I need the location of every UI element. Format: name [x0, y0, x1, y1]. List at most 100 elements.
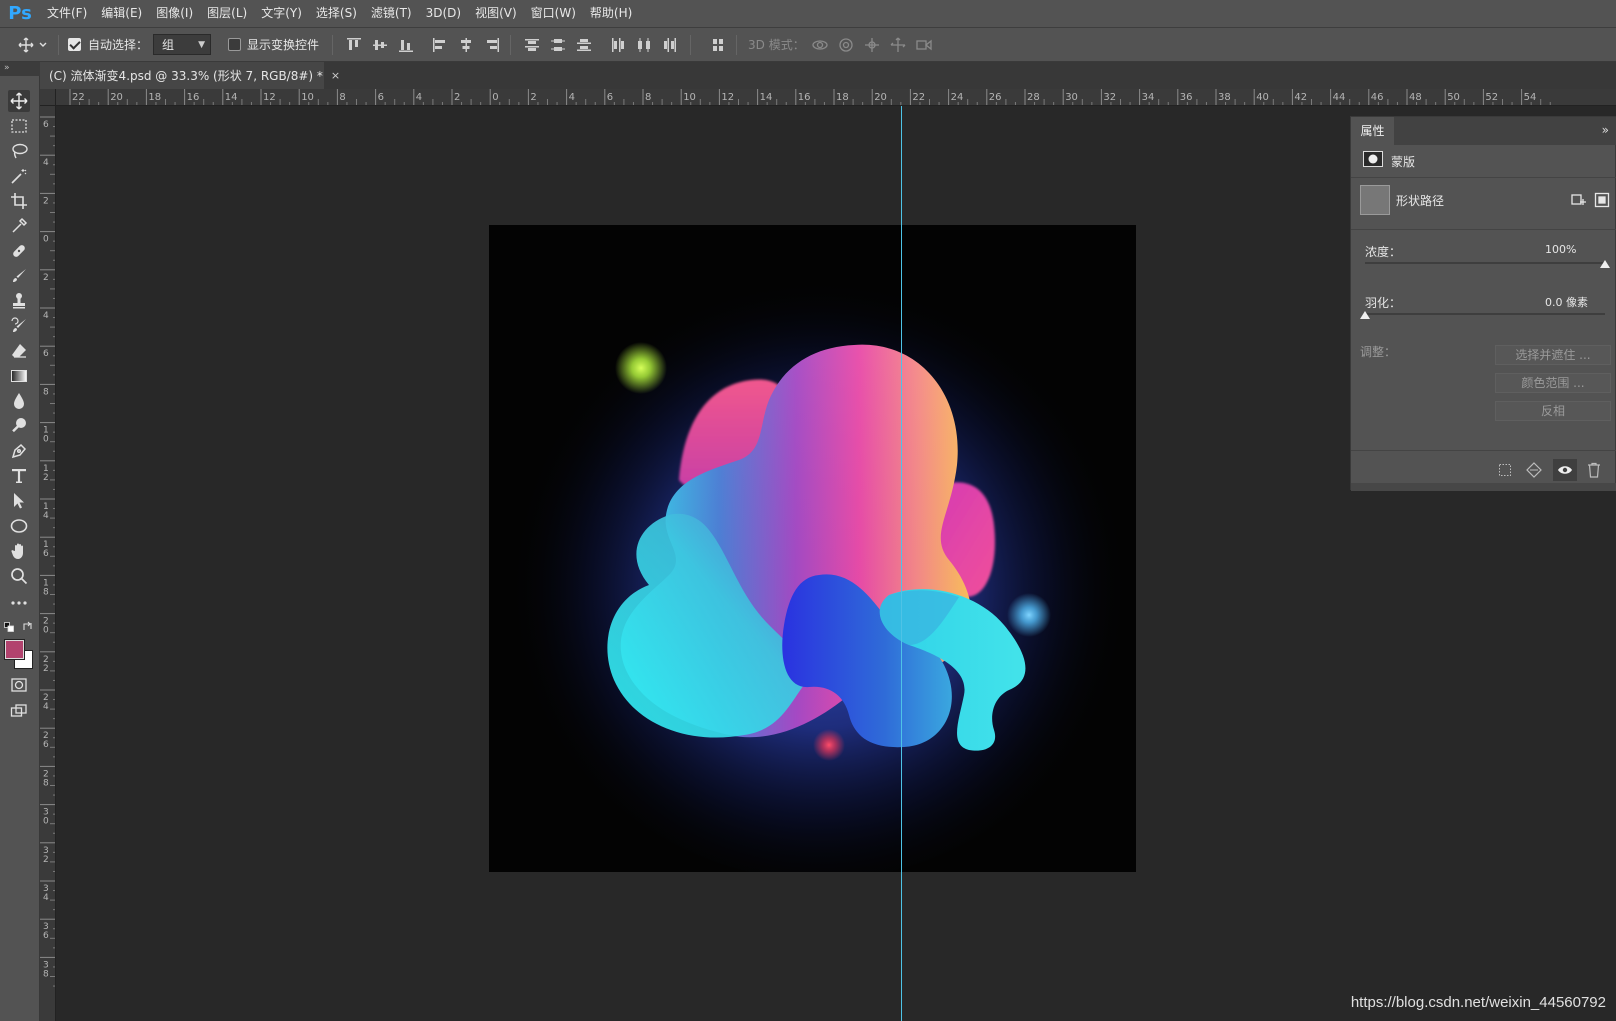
quick-mask-icon[interactable]	[8, 674, 30, 696]
foreground-color-swatch[interactable]	[4, 639, 25, 660]
ellipse-tool-icon[interactable]	[8, 515, 30, 537]
gradient-tool-icon[interactable]	[8, 365, 30, 387]
mode-3d-label: 3D 模式：	[748, 38, 805, 52]
close-icon[interactable]: ×	[331, 69, 340, 82]
crop-tool-icon[interactable]	[8, 190, 30, 212]
feather-value[interactable]: 0.0 像素	[1545, 294, 1588, 310]
trash-icon[interactable]	[1585, 461, 1603, 479]
tab-properties[interactable]: 属性	[1351, 117, 1394, 145]
density-slider-thumb[interactable]	[1600, 260, 1610, 268]
ruler-origin[interactable]	[40, 89, 56, 106]
menu-item-7[interactable]: 3D(D)	[419, 0, 468, 27]
align-vcenter-icon[interactable]	[372, 37, 388, 53]
clone-stamp-icon[interactable]	[8, 290, 30, 312]
hand-tool-icon[interactable]	[8, 540, 30, 562]
ruler-left-label: 4	[43, 311, 49, 321]
align-hcenter-icon[interactable]	[458, 37, 474, 53]
marquee-tool-icon[interactable]	[8, 115, 30, 137]
apply-mask-icon[interactable]	[1594, 192, 1610, 208]
load-selection-icon[interactable]	[1496, 461, 1514, 479]
document-canvas[interactable]	[489, 225, 1136, 872]
eraser-icon[interactable]	[8, 340, 30, 362]
horizontal-ruler[interactable]: 22 20 18 16 14 12 10 8 6 4 2 0 2 4 6 8 10 12 14 16 18 20 22 24 2…	[56, 89, 1616, 106]
align-left-icon[interactable]	[432, 37, 448, 53]
ruler-top-label: 8	[339, 92, 345, 103]
shape-path-thumbnail[interactable]	[1360, 185, 1390, 215]
menu-item-3[interactable]: 图层(L)	[200, 0, 254, 27]
ruler-top-label: 10	[683, 92, 696, 103]
ruler-left-label: 2	[43, 664, 49, 674]
visibility-eye-icon[interactable]	[1553, 459, 1577, 481]
panel-collapse-strip[interactable]: »	[0, 62, 40, 76]
menu-item-10[interactable]: 帮助(H)	[583, 0, 639, 27]
ruler-left-label: 4	[43, 893, 49, 903]
auto-select-dropdown[interactable]: 组 ▼	[153, 34, 211, 55]
move-tool-icon[interactable]	[8, 90, 30, 112]
apply-mask-footer-icon[interactable]	[1525, 461, 1543, 479]
swap-colors-icon[interactable]	[22, 621, 33, 632]
distribute-vcenter-icon[interactable]	[550, 37, 566, 53]
menu-item-9[interactable]: 窗口(W)	[524, 0, 583, 27]
show-transform-checkbox[interactable]	[228, 28, 241, 61]
distribute-hcenter-icon[interactable]	[636, 37, 652, 53]
select-mask-icon[interactable]	[1571, 192, 1587, 208]
default-colors-icon[interactable]	[4, 622, 14, 632]
ruler-top-label: 34	[1142, 92, 1155, 103]
distribute-left-icon[interactable]	[610, 37, 626, 53]
zoom-tool-icon[interactable]	[8, 565, 30, 587]
type-tool-icon[interactable]	[8, 465, 30, 487]
pen-tool-icon[interactable]	[8, 440, 30, 462]
healing-brush-icon[interactable]	[8, 240, 30, 262]
distribute-right-icon[interactable]	[662, 37, 678, 53]
menu-item-0[interactable]: 文件(F)	[40, 0, 94, 27]
eyedropper-icon[interactable]	[8, 215, 30, 237]
slide-3d-icon[interactable]	[890, 37, 906, 53]
pan-3d-icon[interactable]	[864, 37, 880, 53]
distribute-top-icon[interactable]	[524, 37, 540, 53]
menu-item-6[interactable]: 滤镜(T)	[364, 0, 419, 27]
ruler-left-label: 2	[43, 855, 49, 865]
distribute-bottom-icon[interactable]	[576, 37, 592, 53]
magic-wand-icon[interactable]	[8, 165, 30, 187]
ruler-left-label: 6	[43, 549, 49, 559]
move-tool-preset-icon[interactable]	[18, 28, 48, 61]
color-range-button[interactable]: 颜色范围 ...	[1495, 373, 1611, 393]
align-bottom-icon[interactable]	[398, 37, 414, 53]
vertical-guide[interactable]	[901, 106, 902, 1021]
feather-slider[interactable]	[1365, 313, 1605, 315]
blur-tool-icon[interactable]	[8, 390, 30, 412]
menu-item-5[interactable]: 选择(S)	[309, 0, 364, 27]
invert-button[interactable]: 反相	[1495, 401, 1611, 421]
vertical-ruler[interactable]: 64202468101214161820222426283032343638	[40, 106, 56, 1021]
align-right-icon[interactable]	[484, 37, 500, 53]
menu-item-2[interactable]: 图像(I)	[149, 0, 200, 27]
ruler-left-label: 0	[43, 817, 49, 827]
density-value[interactable]: 100%	[1545, 243, 1576, 256]
select-and-mask-button[interactable]: 选择并遮住 ...	[1495, 345, 1611, 365]
menu-item-4[interactable]: 文字(Y)	[254, 0, 309, 27]
menu-item-8[interactable]: 视图(V)	[468, 0, 524, 27]
ruler-top-label: 22	[72, 92, 85, 103]
lasso-tool-icon[interactable]	[8, 140, 30, 162]
menu-item-1[interactable]: 编辑(E)	[94, 0, 149, 27]
ruler-left-label: 8	[43, 587, 49, 597]
screen-mode-icon[interactable]	[8, 700, 30, 722]
more-tools-icon[interactable]	[8, 592, 30, 614]
auto-select-checkbox[interactable]	[68, 28, 81, 61]
density-slider[interactable]	[1365, 262, 1605, 264]
dodge-tool-icon[interactable]	[8, 415, 30, 437]
scale-3d-icon[interactable]	[916, 37, 932, 53]
document-tab[interactable]: (C) 流体渐变4.psd @ 33.3% (形状 7, RGB/8#) * ×	[40, 62, 340, 89]
feather-slider-thumb[interactable]	[1360, 311, 1370, 319]
auto-align-icon[interactable]	[710, 37, 726, 53]
brush-tool-icon[interactable]	[8, 265, 30, 287]
ruler-top-label: 0	[492, 92, 498, 103]
path-selection-icon[interactable]	[8, 490, 30, 512]
auto-select-label: 自动选择：	[88, 38, 149, 52]
panel-menu-icon[interactable]: »	[1602, 123, 1609, 137]
orbit-3d-icon[interactable]	[812, 37, 828, 53]
ruler-left-label: 4	[43, 702, 49, 712]
align-top-icon[interactable]	[346, 37, 362, 53]
history-brush-icon[interactable]	[8, 315, 30, 337]
roll-3d-icon[interactable]	[838, 37, 854, 53]
